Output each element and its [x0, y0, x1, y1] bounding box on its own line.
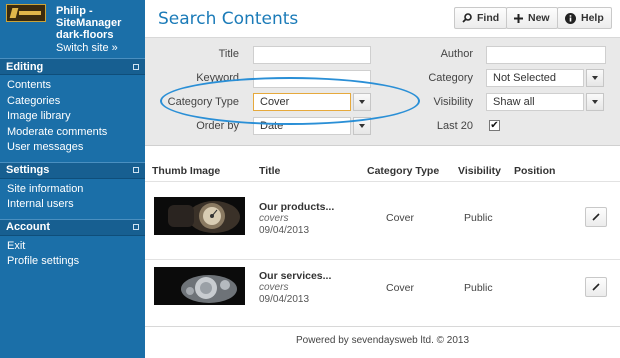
site-name-line2: SiteManager: [56, 17, 122, 29]
sidebar-item-exit[interactable]: Exit: [0, 239, 145, 255]
help-label: Help: [581, 12, 604, 24]
order-by-label: Order by: [196, 120, 239, 132]
nav-list-account: Exit Profile settings: [0, 236, 145, 276]
pencil-icon: [592, 283, 600, 291]
watch-image: [154, 197, 245, 235]
nav-section-editing: Editing Contents Categories Image librar…: [0, 58, 145, 162]
order-by-select[interactable]: Date: [253, 117, 351, 135]
nav-header-label: Editing: [6, 60, 44, 73]
column-header-thumb: Thumb Image: [152, 165, 221, 177]
nav-header-label: Account: [6, 221, 50, 233]
column-header-title: Title: [259, 165, 281, 177]
site-header: Philip - SiteManager dark-floors Switch …: [0, 0, 145, 58]
category-type-value: Cover: [260, 96, 290, 108]
row-title-link[interactable]: Our services...: [259, 270, 331, 282]
top-bar: Search Contents Find New Help: [145, 0, 620, 38]
collapse-icon[interactable]: [133, 63, 139, 70]
switch-site-link[interactable]: Switch site »: [56, 42, 118, 54]
category-type-dropdown-icon[interactable]: [353, 93, 371, 111]
site-name: Philip - SiteManager dark-floors: [56, 5, 121, 41]
row-category-type: Cover: [386, 212, 415, 224]
row-title-link[interactable]: Our products...: [259, 201, 334, 213]
sidebar-item-internal-users[interactable]: Internal users: [0, 197, 145, 213]
page-title: Search Contents: [158, 9, 299, 29]
nav-header-editing[interactable]: Editing: [0, 58, 145, 75]
main-content: Search Contents Find New Help Title Keyw…: [145, 0, 620, 358]
site-name-line1: Philip -: [56, 5, 93, 17]
find-button[interactable]: Find: [454, 7, 508, 29]
pencil-icon: [592, 213, 600, 221]
row-date: 09/04/2013: [259, 294, 310, 305]
visibility-value: Shaw all: [493, 96, 535, 108]
nav-section-account: Account Exit Profile settings: [0, 218, 145, 276]
category-select[interactable]: Not Selected: [486, 69, 584, 87]
watch-image: [154, 267, 245, 305]
nav-list-settings: Site information Internal users: [0, 179, 145, 219]
logo-bar: [19, 11, 41, 15]
author-input[interactable]: [486, 46, 606, 64]
help-button[interactable]: Help: [557, 7, 612, 29]
title-input[interactable]: [253, 46, 371, 64]
find-label: Find: [477, 12, 500, 24]
last20-checkbox[interactable]: ✔: [489, 120, 500, 131]
filter-panel: Title Keyword Category Type Cover Order …: [145, 38, 620, 146]
table-row: Our services... covers 09/04/2013 Cover …: [145, 259, 620, 326]
collapse-icon[interactable]: [133, 224, 139, 230]
new-label: New: [528, 12, 550, 24]
category-value: Not Selected: [493, 72, 556, 84]
row-category-type: Cover: [386, 282, 415, 294]
sidebar-item-profile-settings[interactable]: Profile settings: [0, 254, 145, 270]
order-by-value: Date: [260, 120, 284, 132]
last20-label: Last 20: [436, 120, 473, 132]
category-type-select[interactable]: Cover: [253, 93, 351, 111]
new-button[interactable]: New: [506, 7, 558, 29]
visibility-select[interactable]: Shaw all: [486, 93, 584, 111]
sidebar-item-image-library[interactable]: Image library: [0, 109, 145, 125]
title-label: Title: [218, 48, 239, 60]
row-date: 09/04/2013: [259, 225, 310, 236]
row-category: covers: [259, 213, 289, 224]
row-visibility: Public: [464, 212, 493, 224]
search-icon: [462, 13, 472, 23]
keyword-input[interactable]: [253, 70, 371, 88]
nav-section-settings: Settings Site information Internal users: [0, 161, 145, 219]
category-label: Category: [428, 72, 473, 84]
info-icon: [565, 12, 576, 24]
nav-header-settings[interactable]: Settings: [0, 161, 145, 179]
thumbnail-image: [154, 197, 245, 235]
site-name-line3: dark-floors: [56, 29, 114, 41]
sidebar-item-categories[interactable]: Categories: [0, 94, 145, 110]
author-label: Author: [440, 48, 473, 60]
row-category: covers: [259, 282, 289, 293]
row-visibility: Public: [464, 282, 493, 294]
logo-mark: [9, 8, 19, 18]
nav-header-account[interactable]: Account: [0, 218, 145, 236]
sidebar-item-user-messages[interactable]: User messages: [0, 140, 145, 156]
edit-button[interactable]: [585, 207, 607, 227]
sidebar-item-moderate-comments[interactable]: Moderate comments: [0, 125, 145, 141]
column-header-visibility: Visibility: [458, 165, 501, 177]
edit-button[interactable]: [585, 277, 607, 297]
thumbnail-image: [154, 267, 245, 305]
site-logo: [6, 4, 46, 22]
visibility-label: Visibility: [433, 96, 473, 108]
sidebar: Philip - SiteManager dark-floors Switch …: [0, 0, 145, 358]
visibility-dropdown-icon[interactable]: [586, 93, 604, 111]
column-header-position: Position: [514, 165, 556, 177]
sidebar-item-site-information[interactable]: Site information: [0, 182, 145, 198]
order-by-dropdown-icon[interactable]: [353, 117, 371, 135]
table-row: Our products... covers 09/04/2013 Cover …: [145, 181, 620, 259]
sidebar-item-contents[interactable]: Contents: [0, 78, 145, 94]
collapse-icon[interactable]: [133, 167, 139, 173]
keyword-label: Keyword: [196, 72, 239, 84]
plus-icon: [514, 13, 523, 23]
category-type-label: Category Type: [167, 96, 239, 108]
column-header-category-type: Category Type: [367, 165, 440, 177]
nav-header-label: Settings: [6, 164, 50, 176]
category-dropdown-icon[interactable]: [586, 69, 604, 87]
nav-list-editing: Contents Categories Image library Modera…: [0, 75, 145, 162]
footer: Powered by sevendaysweb ltd. © 2013: [145, 326, 620, 346]
footer-text: Powered by sevendaysweb ltd. © 2013: [295, 335, 470, 346]
